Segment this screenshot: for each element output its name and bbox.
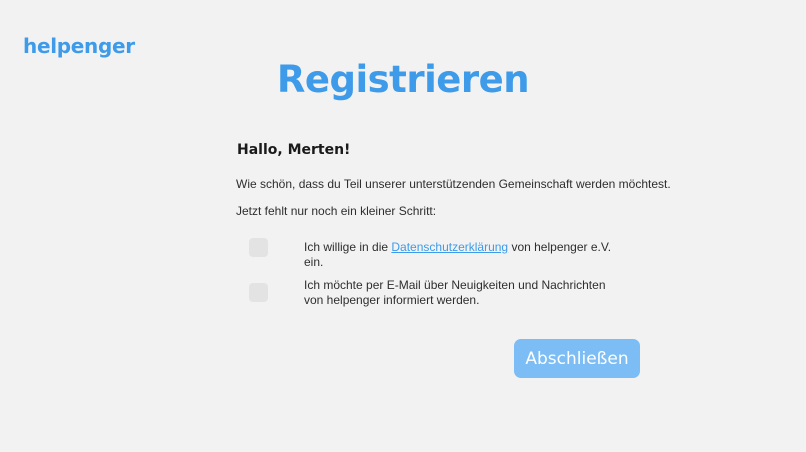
intro-text: Wie schön, dass du Teil unserer unterstü… — [236, 177, 671, 191]
privacy-policy-link[interactable]: Datenschutzerklärung — [391, 240, 508, 254]
page-title: Registrieren — [276, 58, 530, 101]
brand-logo[interactable]: helpenger — [23, 34, 135, 58]
privacy-consent-checkbox[interactable] — [249, 238, 268, 257]
newsletter-consent-checkbox[interactable] — [249, 283, 268, 302]
privacy-consent-label: Ich willige in die Datenschutzerklärung … — [304, 240, 624, 270]
greeting-heading: Hallo, Merten! — [237, 142, 351, 158]
finish-button[interactable]: Abschließen — [514, 339, 640, 378]
privacy-consent-text-before: Ich willige in die — [304, 240, 392, 254]
step-hint-text: Jetzt fehlt nur noch ein kleiner Schritt… — [236, 204, 437, 218]
newsletter-consent-label: Ich möchte per E-Mail über Neuigkeiten u… — [304, 278, 606, 307]
registration-page: helpenger Registrieren Hallo, Merten! Wi… — [0, 0, 806, 452]
